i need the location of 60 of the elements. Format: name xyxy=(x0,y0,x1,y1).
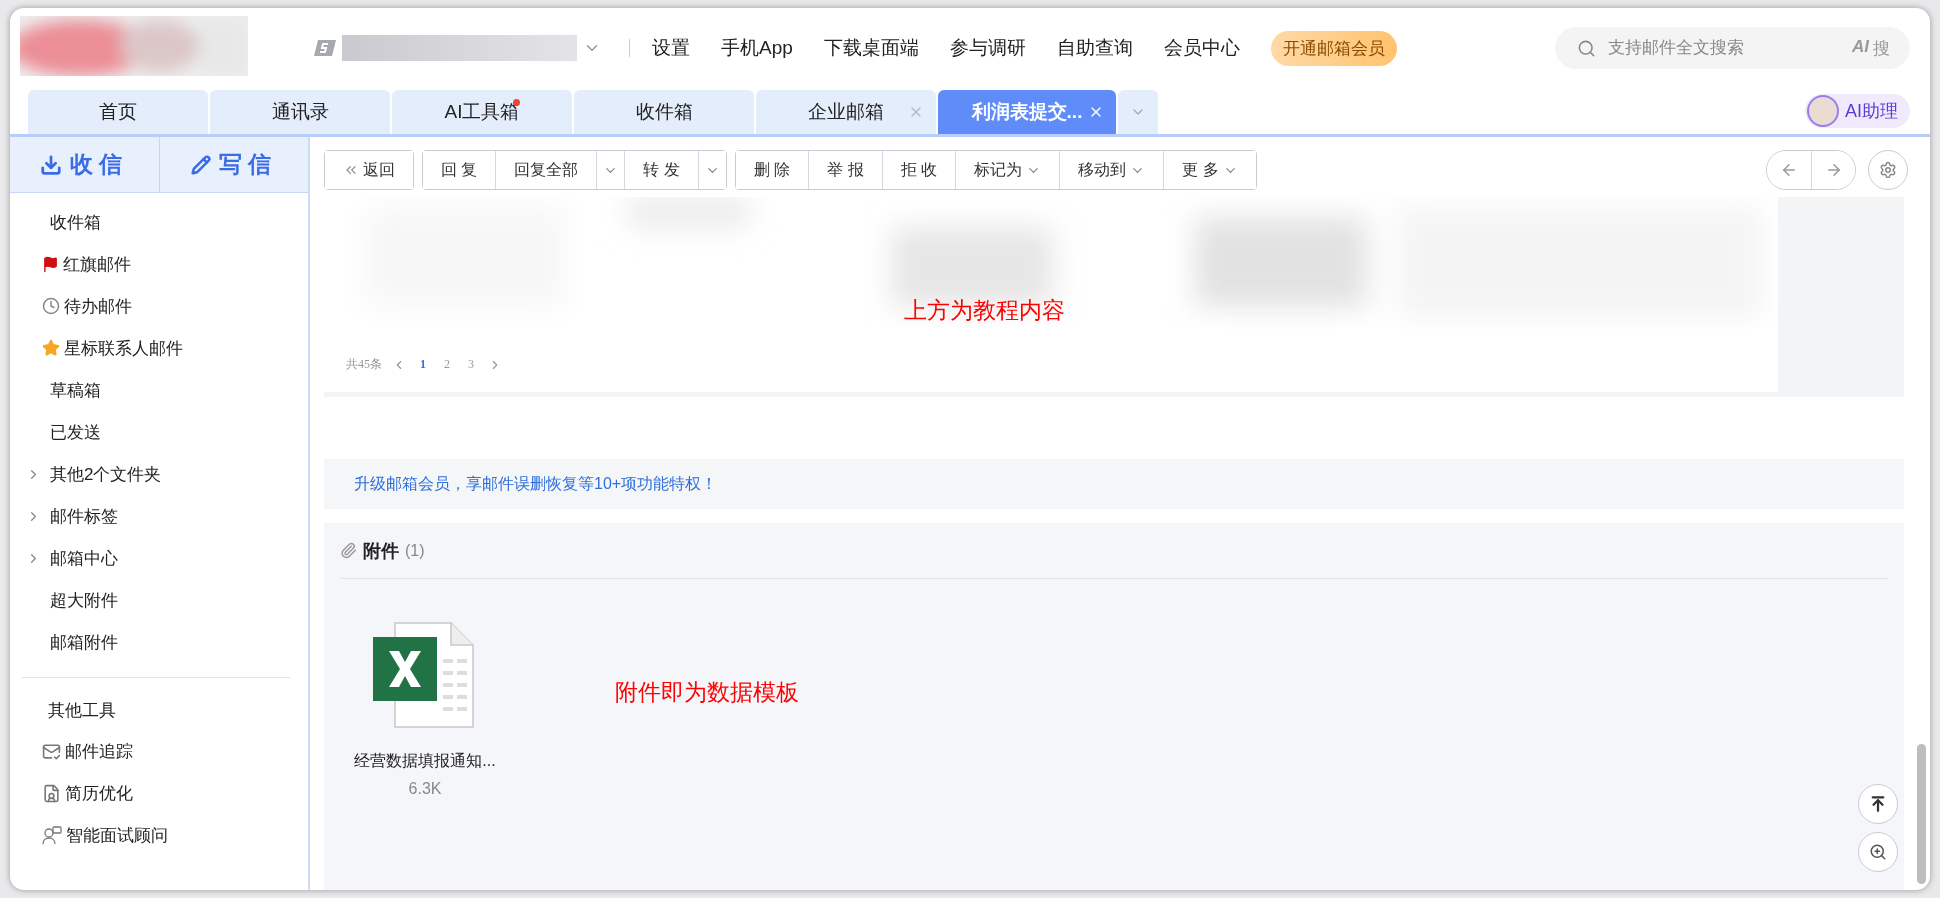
folder-item[interactable]: 待办邮件 xyxy=(10,285,308,327)
nav-link[interactable]: 参与调研 xyxy=(949,35,1026,61)
annotation-text: 上方为教程内容 xyxy=(904,296,1065,325)
tab[interactable]: 通讯录 xyxy=(210,90,390,134)
folder-item[interactable]: 邮件标签 xyxy=(10,495,308,537)
section-title: 其他工具 xyxy=(47,699,117,722)
attachment-count: (1) xyxy=(405,541,425,560)
folder-item[interactable]: 超大附件 xyxy=(10,579,308,621)
settings-icon xyxy=(1879,161,1897,179)
folder-item[interactable]: 已发送 xyxy=(10,411,308,453)
dropdown-button[interactable] xyxy=(697,151,726,189)
tool-item[interactable]: 邮件追踪 xyxy=(10,730,308,772)
arrow-up-icon xyxy=(1869,795,1887,813)
pencil-icon xyxy=(190,154,211,175)
mail-check-icon xyxy=(42,741,61,761)
nav-link[interactable]: 下载桌面端 xyxy=(823,35,919,61)
tab[interactable]: 企业邮箱 xyxy=(756,90,936,134)
next-button[interactable] xyxy=(1811,151,1855,189)
inbox-download-icon xyxy=(40,153,63,176)
nav-link[interactable]: 自助查询 xyxy=(1056,35,1133,61)
flag-icon xyxy=(42,255,59,273)
nav-link[interactable]: 手机App xyxy=(721,35,793,61)
page-number[interactable]: 1 xyxy=(416,357,430,372)
zoom-in-icon xyxy=(1869,843,1887,861)
person-chat-icon xyxy=(42,825,62,845)
search-icon xyxy=(1577,38,1596,58)
mailbox-logo-icon xyxy=(314,40,336,56)
folder-item[interactable]: 红旗邮件 xyxy=(10,243,308,285)
nav-link[interactable]: 会员中心 xyxy=(1163,35,1240,61)
settings-button[interactable] xyxy=(1868,150,1908,190)
paperclip-icon xyxy=(340,542,357,559)
tab[interactable]: 首页 xyxy=(28,90,208,134)
folder-item[interactable]: 其他2个文件夹 xyxy=(10,453,308,495)
file-size: 6.3K xyxy=(408,780,442,798)
attachments-title: 附件 xyxy=(363,539,399,563)
avatar xyxy=(1807,95,1839,127)
tab[interactable]: AI工具箱 xyxy=(392,90,572,134)
compose-button[interactable]: 写信 xyxy=(158,137,308,192)
folder-item[interactable]: 收件箱 xyxy=(10,201,308,243)
back-button[interactable]: 返回 xyxy=(325,151,413,189)
folder-item[interactable]: 邮箱中心 xyxy=(10,537,308,579)
folder-item[interactable]: 星标联系人邮件 xyxy=(10,327,308,369)
clock-icon xyxy=(42,297,60,315)
file-name[interactable]: 经营数据填报通知... xyxy=(354,751,496,772)
annotation-text: 附件即为数据模板 xyxy=(615,678,799,707)
vip-badge[interactable]: 开通邮箱会员 xyxy=(1270,30,1397,66)
tab[interactable]: 收件箱 xyxy=(574,90,754,134)
total-count: 共45条 xyxy=(346,356,382,373)
scrollbar[interactable] xyxy=(1917,744,1926,884)
receive-button[interactable]: 收信 xyxy=(10,137,159,192)
folder-item[interactable]: 草稿箱 xyxy=(10,369,308,411)
promo-link[interactable]: 升级邮箱会员，享邮件误删恢复等10+项功能特权！ xyxy=(324,459,1904,509)
tool-item[interactable]: 简历优化 xyxy=(10,772,308,814)
nav-link[interactable]: 设置 xyxy=(652,35,690,61)
document-person-icon xyxy=(42,783,61,803)
star-icon xyxy=(42,339,60,357)
ai-assistant-button[interactable]: AI助理 xyxy=(1805,94,1910,128)
tool-item[interactable]: 智能面试顾问 xyxy=(10,814,308,856)
folder-item[interactable]: 邮箱附件 xyxy=(10,621,308,663)
toolbar-menu-button[interactable]: 更 多 xyxy=(1163,151,1256,189)
